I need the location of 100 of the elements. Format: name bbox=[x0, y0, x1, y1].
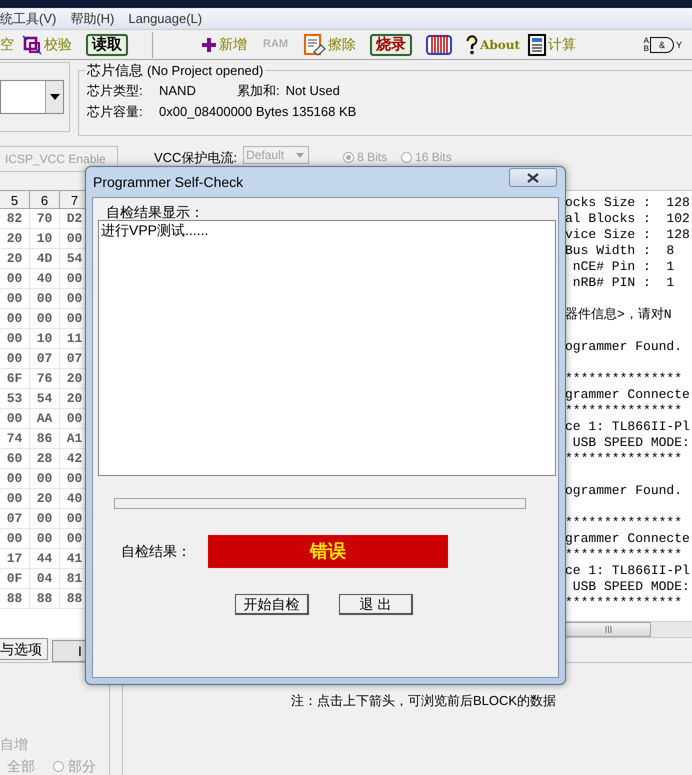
table-cell: 4D bbox=[30, 248, 60, 268]
log-line: *************** bbox=[565, 451, 684, 467]
toolbar-button[interactable]: 烧录 bbox=[370, 34, 412, 56]
increment-label: 自增 bbox=[0, 736, 29, 752]
log-line: *************** bbox=[565, 547, 684, 563]
table-cell: 00 bbox=[30, 508, 60, 528]
vcc-current-label: VCC保护电流: bbox=[154, 149, 238, 167]
log-line: grammer Connecte bbox=[565, 531, 691, 547]
table-cell: 28 bbox=[30, 448, 60, 468]
field-value: Not Used bbox=[286, 82, 340, 100]
table-cell: 86 bbox=[30, 428, 60, 448]
result-label: 自检结果： bbox=[121, 542, 192, 561]
table-cell: 00 bbox=[0, 268, 30, 288]
table-cell: 10 bbox=[30, 328, 60, 348]
table-cell: 00 bbox=[0, 528, 30, 548]
log-line: *************** bbox=[565, 515, 684, 531]
tab[interactable]: 与选项 bbox=[0, 638, 48, 660]
table-cell: 20 bbox=[0, 248, 30, 268]
log-line: USB SPEED MODE: bbox=[572, 579, 691, 595]
table-cell: 0F bbox=[0, 568, 30, 588]
table-cell: 10 bbox=[30, 228, 60, 248]
dialog-button[interactable]: 开始自检 bbox=[235, 594, 309, 615]
menu-item[interactable]: 统工具(V) bbox=[0, 8, 56, 28]
log-line: ce 1: TL866II-Pl bbox=[565, 419, 691, 435]
table-cell: 20 bbox=[30, 488, 60, 508]
table-cell: 00 bbox=[0, 288, 30, 308]
log-line: 器件信息>，请对N bbox=[565, 307, 673, 323]
table-cell: 00 bbox=[0, 308, 30, 328]
table-cell: 00 bbox=[0, 348, 30, 368]
dropdown-arrow-icon bbox=[50, 94, 60, 100]
field-value: NAND bbox=[159, 82, 197, 100]
field-value: 0x00_08400000 Bytes 135168 KB bbox=[159, 103, 356, 122]
toolbar-button[interactable]: 读取 bbox=[86, 34, 128, 56]
table-cell: 17 bbox=[0, 548, 30, 568]
table-cell: 60 bbox=[0, 448, 30, 468]
menu-item[interactable]: 帮助(H) bbox=[70, 8, 114, 28]
calculator-icon bbox=[528, 34, 546, 56]
close-button[interactable] bbox=[509, 168, 557, 187]
menu-item[interactable]: Language(L) bbox=[128, 8, 202, 28]
toolbar-button[interactable]: 擦除 bbox=[304, 34, 356, 56]
dropdown-arrow-icon bbox=[296, 152, 304, 158]
radio-label: 16 Bits bbox=[415, 149, 452, 166]
log-line: ocks Size : 128 bbox=[565, 195, 691, 211]
radio-label: 部分 bbox=[68, 758, 96, 774]
table-cell: 00 bbox=[30, 468, 60, 488]
toolbar-button[interactable]: 计算 bbox=[528, 34, 576, 56]
toolbar-button[interactable]: About bbox=[466, 34, 520, 54]
radio-button[interactable] bbox=[343, 152, 354, 162]
field-label: 累加和: bbox=[237, 82, 280, 100]
dialog-title: Programmer Self-Check bbox=[93, 172, 244, 192]
table-cell: 53 bbox=[0, 388, 30, 408]
plus-icon bbox=[201, 36, 217, 52]
group-title: 芯片信息 bbox=[87, 62, 143, 78]
table-cell: 82 bbox=[0, 208, 30, 228]
table-cell: 04 bbox=[30, 568, 60, 588]
field-label: 芯片类型: bbox=[87, 82, 144, 100]
scrollbar-thumb[interactable] bbox=[565, 622, 651, 637]
table-cell: 00 bbox=[0, 468, 30, 488]
dialog-button[interactable]: 退 出 bbox=[339, 594, 413, 615]
radio-button[interactable] bbox=[401, 152, 412, 162]
verify-icon bbox=[22, 34, 42, 54]
log-line: nCE# Pin : 1 bbox=[572, 259, 676, 275]
output-text: 进行VPP测试...... bbox=[101, 222, 208, 238]
table-cell: 88 bbox=[0, 588, 30, 608]
table-cell: 54 bbox=[30, 388, 60, 408]
toolbar-button[interactable]: 校验 bbox=[22, 34, 72, 55]
log-line: *************** bbox=[565, 403, 684, 419]
log-line: ce 1: TL866II-Pl bbox=[565, 563, 691, 579]
device-dropdown[interactable] bbox=[0, 80, 64, 114]
output-label: 自检结果显示： bbox=[106, 204, 205, 220]
eraser-icon bbox=[304, 34, 326, 56]
log-line: vice Size : 128 bbox=[565, 227, 691, 243]
table-cell: 40 bbox=[30, 268, 60, 288]
log-line: grammer Connecte bbox=[565, 387, 691, 403]
table-cell: 44 bbox=[30, 548, 60, 568]
table-cell: 00 bbox=[30, 308, 60, 328]
log-line: nRB# PIN : 1 bbox=[572, 275, 676, 291]
radio-button[interactable] bbox=[53, 760, 64, 772]
table-cell: 00 bbox=[0, 328, 30, 348]
toolbar-button[interactable] bbox=[426, 32, 452, 56]
table-cell: 74 bbox=[0, 428, 30, 448]
group-subtitle: (No Project opened) bbox=[147, 63, 264, 79]
field-label: 芯片容量: bbox=[87, 103, 144, 122]
log-line: *************** bbox=[565, 371, 684, 387]
log-line: USB SPEED MODE: bbox=[572, 435, 691, 451]
table-cell: 07 bbox=[30, 348, 60, 368]
grip-icon bbox=[604, 626, 612, 633]
toolbar-button[interactable]: 新增 bbox=[201, 34, 247, 55]
horizontal-scrollbar[interactable] bbox=[565, 621, 692, 638]
log-line: ogrammer Found. bbox=[565, 483, 684, 499]
log-line: al Blocks : 102 bbox=[565, 211, 691, 227]
column-header: 6 bbox=[30, 191, 60, 208]
log-line: *************** bbox=[565, 595, 684, 611]
table-cell: 6F bbox=[0, 368, 30, 388]
hint-text: 注：点击上下箭头，可浏览前后BLOCK的数据 bbox=[291, 693, 556, 708]
chip-icon bbox=[426, 32, 452, 56]
close-icon bbox=[527, 172, 539, 182]
table-cell: 00 bbox=[30, 528, 60, 548]
table-cell: 76 bbox=[30, 368, 60, 388]
table-cell: 88 bbox=[30, 588, 60, 608]
